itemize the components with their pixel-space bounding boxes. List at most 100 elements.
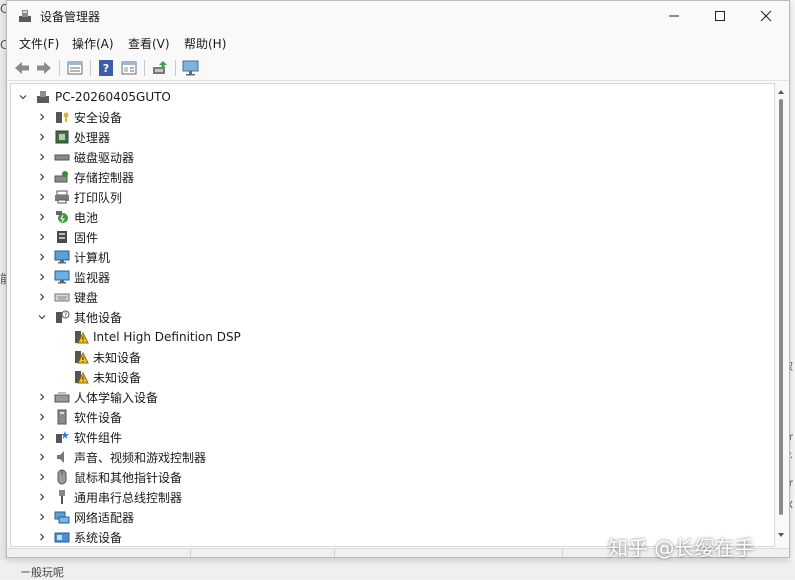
battery-icon — [54, 209, 70, 225]
chevron-right-icon[interactable] — [36, 131, 48, 143]
help-button[interactable]: ? — [97, 59, 115, 77]
tree-category[interactable]: 存储控制器 — [36, 167, 134, 187]
hid-icon — [54, 389, 70, 405]
menu-file[interactable]: 文件(F) — [19, 35, 59, 52]
tree-category[interactable]: 安全设备 — [36, 107, 122, 127]
scroll-down-icon — [778, 533, 784, 537]
watermark: 知乎 @长缨在手 — [608, 536, 755, 560]
chevron-right-icon[interactable] — [36, 271, 48, 283]
forward-button[interactable] — [35, 59, 53, 77]
usb-icon — [54, 489, 70, 505]
maximize-icon — [715, 11, 725, 21]
scroll-up-icon — [778, 90, 784, 94]
chevron-right-icon[interactable] — [36, 251, 48, 263]
update-driver-icon — [153, 61, 167, 74]
menu-view[interactable]: 查看(V) — [128, 35, 170, 52]
chevron-right-icon[interactable] — [36, 531, 48, 543]
tree-device-item[interactable]: Intel High Definition DSP — [73, 327, 241, 347]
tree-device-label: Intel High Definition DSP — [93, 330, 241, 344]
chevron-right-icon[interactable] — [36, 511, 48, 523]
chevron-right-icon[interactable] — [36, 471, 48, 483]
chevron-right-icon[interactable] — [36, 211, 48, 223]
chevron-right-icon[interactable] — [36, 191, 48, 203]
scan-hardware-button[interactable] — [182, 59, 200, 77]
vertical-scrollbar[interactable] — [775, 85, 787, 543]
tree-category[interactable]: 电池 — [36, 207, 98, 227]
chevron-down-icon[interactable] — [36, 311, 48, 323]
tree-category[interactable]: ? 其他设备 — [36, 307, 122, 327]
tree-category-label: 计算机 — [74, 250, 111, 265]
tree-category[interactable]: 网络适配器 — [36, 507, 134, 527]
chevron-right-icon[interactable] — [36, 231, 48, 243]
tree-category-label: 安全设备 — [74, 110, 123, 125]
tree-category[interactable]: 固件 — [36, 227, 98, 247]
properties-icon — [67, 61, 83, 75]
disk-drive-icon — [54, 149, 70, 165]
tree-category[interactable]: 通用串行总线控制器 — [36, 487, 182, 507]
back-icon — [15, 62, 29, 74]
chevron-right-icon[interactable] — [36, 411, 48, 423]
back-button[interactable] — [13, 59, 31, 77]
scrollbar-thumb[interactable] — [779, 99, 783, 515]
tree-category[interactable]: 软件设备 — [36, 407, 122, 427]
chevron-down-icon[interactable] — [17, 91, 29, 103]
chevron-right-icon[interactable] — [36, 491, 48, 503]
maximize-button[interactable] — [697, 1, 743, 31]
properties-button[interactable] — [66, 59, 84, 77]
tree-category-label: 软件组件 — [74, 430, 123, 445]
monitor-icon — [54, 269, 70, 285]
tree-root[interactable]: PC-20260405GUTO — [17, 87, 171, 107]
menu-action[interactable]: 操作(A) — [72, 35, 114, 52]
software-component-icon — [54, 429, 70, 445]
forward-icon — [37, 62, 51, 74]
security-device-icon — [54, 109, 70, 125]
chevron-right-icon[interactable] — [36, 111, 48, 123]
tree-category-label: 声音、视频和游戏控制器 — [74, 450, 207, 465]
device-manager-icon — [17, 8, 33, 24]
tree-category[interactable]: 打印队列 — [36, 187, 122, 207]
close-button[interactable] — [743, 1, 789, 31]
chevron-right-icon[interactable] — [36, 451, 48, 463]
tree-category-label: 其他设备 — [74, 310, 123, 325]
chevron-right-icon[interactable] — [36, 291, 48, 303]
menu-help[interactable]: 帮助(H) — [184, 35, 226, 52]
tree-category-label: 鼠标和其他指针设备 — [74, 470, 183, 485]
details-button[interactable] — [120, 59, 138, 77]
tree-device-item[interactable]: 未知设备 — [73, 347, 141, 367]
tree-category[interactable]: 声音、视频和游戏控制器 — [36, 447, 206, 467]
tree-category[interactable]: 监视器 — [36, 267, 110, 287]
tree-category-label: 磁盘驱动器 — [74, 150, 135, 165]
tree-category[interactable]: 计算机 — [36, 247, 110, 267]
tree-category-label: 系统设备 — [74, 530, 123, 545]
close-icon — [760, 10, 772, 22]
tree-category-label: 网络适配器 — [74, 510, 135, 525]
tree-category-label: 键盘 — [74, 290, 99, 305]
chevron-right-icon[interactable] — [36, 171, 48, 183]
tree-device-item[interactable]: 未知设备 — [73, 367, 141, 387]
tree-category[interactable]: 软件组件 — [36, 427, 122, 447]
help-icon: ? — [99, 60, 113, 76]
chevron-right-icon[interactable] — [36, 391, 48, 403]
tree-category-label: 电池 — [74, 210, 99, 225]
other-device-icon: ? — [54, 309, 70, 325]
title-bar[interactable]: 设备管理器 — [7, 1, 789, 31]
tree-category[interactable]: 人体学输入设备 — [36, 387, 158, 407]
tree-category[interactable]: 处理器 — [36, 127, 110, 147]
printer-icon — [54, 189, 70, 205]
minimize-button[interactable] — [651, 1, 697, 31]
tree-category[interactable]: 鼠标和其他指针设备 — [36, 467, 182, 487]
warning-device-icon — [73, 349, 89, 365]
computer-root-icon — [35, 89, 51, 105]
tree-category[interactable]: 键盘 — [36, 287, 98, 307]
processor-icon — [54, 129, 70, 145]
tree-category-label: 处理器 — [74, 130, 111, 145]
chevron-right-icon[interactable] — [36, 431, 48, 443]
tree-category[interactable]: 系统设备 — [36, 527, 123, 546]
warning-device-icon — [73, 369, 89, 385]
tree-category-label: 人体学输入设备 — [74, 390, 159, 405]
network-adapter-icon — [54, 509, 70, 525]
chevron-right-icon[interactable] — [36, 151, 48, 163]
update-driver-button[interactable] — [151, 59, 169, 77]
keyboard-icon — [54, 289, 70, 305]
tree-category[interactable]: 磁盘驱动器 — [36, 147, 134, 167]
